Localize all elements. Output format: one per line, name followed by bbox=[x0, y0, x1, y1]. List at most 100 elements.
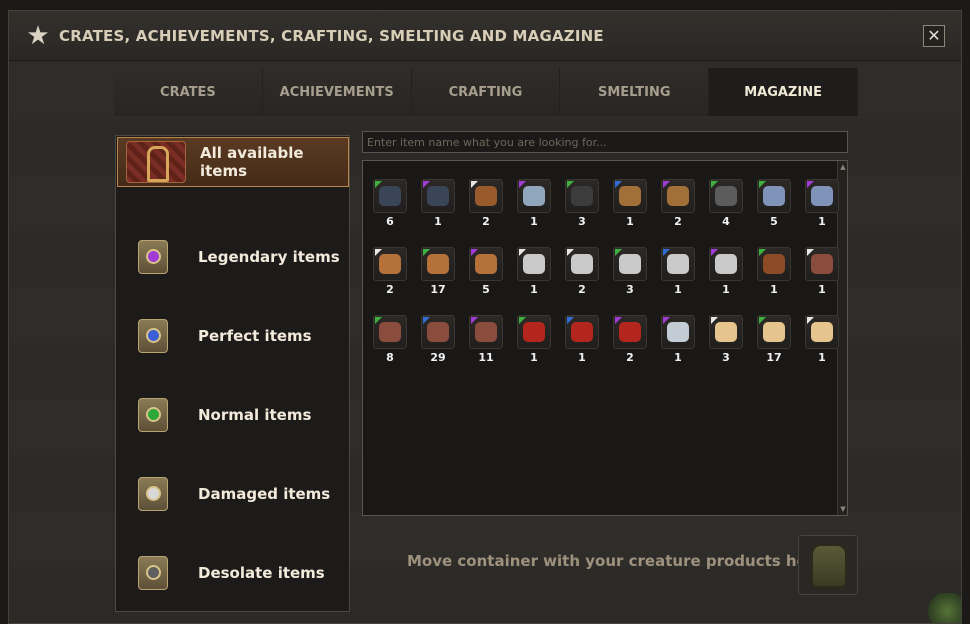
item-slot-frame bbox=[613, 247, 647, 281]
item-slot[interactable]: 1 bbox=[517, 247, 551, 297]
item-slot-frame bbox=[565, 315, 599, 349]
item-slot[interactable]: 8 bbox=[373, 315, 407, 365]
meat-icon bbox=[379, 322, 401, 342]
cloth-icon bbox=[523, 322, 545, 342]
tab-crafting[interactable]: CRAFTING bbox=[411, 68, 561, 116]
sidebar-item-normal[interactable]: Normal items bbox=[116, 389, 349, 441]
item-count: 1 bbox=[818, 351, 826, 364]
rarity-marker bbox=[615, 249, 622, 256]
item-count: 1 bbox=[434, 215, 442, 228]
item-slot[interactable]: 17 bbox=[757, 315, 791, 365]
item-slot[interactable]: 1 bbox=[709, 247, 743, 297]
drop-hint: Move container with your creature produc… bbox=[407, 552, 825, 570]
item-slot[interactable]: 5 bbox=[469, 247, 503, 297]
item-count: 2 bbox=[386, 283, 394, 296]
search-input[interactable] bbox=[362, 131, 848, 153]
scroll-down-icon[interactable]: ▼ bbox=[839, 505, 847, 513]
item-count: 1 bbox=[674, 351, 682, 364]
rarity-marker bbox=[711, 181, 718, 188]
item-slot[interactable]: 1 bbox=[661, 315, 695, 365]
rarity-marker bbox=[567, 317, 574, 324]
item-slot-frame bbox=[805, 247, 839, 281]
item-slot[interactable]: 1 bbox=[661, 247, 695, 297]
item-slot[interactable]: 29 bbox=[421, 315, 455, 365]
item-slot[interactable]: 1 bbox=[613, 179, 647, 229]
item-count: 29 bbox=[430, 351, 446, 364]
rarity-marker bbox=[519, 181, 526, 188]
sidebar-item-damaged[interactable]: Damaged items bbox=[116, 468, 349, 520]
scroll-up-icon[interactable]: ▲ bbox=[839, 163, 847, 171]
item-slot[interactable]: 2 bbox=[565, 247, 599, 297]
item-slot[interactable]: 5 bbox=[757, 179, 791, 229]
item-slot[interactable]: 3 bbox=[613, 247, 647, 297]
item-count: 8 bbox=[386, 351, 394, 364]
tab-magazine[interactable]: MAGAZINE bbox=[709, 68, 858, 116]
scroll-icon bbox=[763, 322, 785, 342]
item-slot[interactable]: 17 bbox=[421, 247, 455, 297]
item-slot[interactable]: 1 bbox=[517, 315, 551, 365]
sidebar-item-label: Desolate items bbox=[198, 564, 325, 582]
item-slot[interactable]: 2 bbox=[469, 179, 503, 229]
item-count: 1 bbox=[626, 215, 634, 228]
item-slot[interactable]: 1 bbox=[421, 179, 455, 229]
item-slot[interactable]: 4 bbox=[709, 179, 743, 229]
item-slot-frame bbox=[709, 247, 743, 281]
rope-icon bbox=[763, 254, 785, 274]
item-count: 1 bbox=[722, 283, 730, 296]
item-slot-frame bbox=[421, 247, 455, 281]
item-slot-frame bbox=[421, 179, 455, 213]
item-slot[interactable]: 2 bbox=[661, 179, 695, 229]
tab-smelting[interactable]: SMELTING bbox=[560, 68, 710, 116]
item-count: 17 bbox=[766, 351, 782, 364]
item-count: 1 bbox=[770, 283, 778, 296]
item-slot-frame bbox=[805, 315, 839, 349]
item-slot-frame bbox=[613, 315, 647, 349]
stone-icon bbox=[571, 186, 593, 206]
rarity-marker bbox=[615, 317, 622, 324]
bone-icon bbox=[715, 254, 737, 274]
item-slot-frame bbox=[565, 247, 599, 281]
rarity-marker bbox=[519, 249, 526, 256]
item-slot-frame bbox=[469, 179, 503, 213]
item-count: 17 bbox=[430, 283, 446, 296]
item-slot[interactable]: 2 bbox=[373, 247, 407, 297]
item-slot-frame bbox=[469, 315, 503, 349]
item-slot[interactable]: 1 bbox=[757, 247, 791, 297]
category-sidebar: All available items Legendary items Perf… bbox=[115, 135, 350, 612]
window-title: CRATES, ACHIEVEMENTS, CRAFTING, SMELTING… bbox=[59, 27, 604, 45]
item-slot[interactable]: 3 bbox=[709, 315, 743, 365]
item-slot-frame bbox=[613, 179, 647, 213]
item-count: 1 bbox=[530, 215, 538, 228]
item-slot-frame bbox=[661, 315, 695, 349]
item-count: 2 bbox=[578, 283, 586, 296]
item-slot[interactable]: 1 bbox=[517, 179, 551, 229]
item-slot[interactable]: 2 bbox=[613, 315, 647, 365]
rarity-marker bbox=[663, 181, 670, 188]
item-slot[interactable]: 1 bbox=[565, 315, 599, 365]
rarity-marker bbox=[423, 249, 430, 256]
sidebar-item-legendary[interactable]: Legendary items bbox=[116, 231, 349, 283]
sidebar-item-all[interactable]: All available items bbox=[117, 137, 349, 187]
tab-achievements[interactable]: ACHIEVEMENTS bbox=[262, 68, 412, 116]
rarity-marker bbox=[471, 181, 478, 188]
sidebar-item-label: Legendary items bbox=[198, 248, 340, 266]
close-button[interactable]: ✕ bbox=[923, 25, 945, 47]
magazine-window: ★ CRATES, ACHIEVEMENTS, CRAFTING, SMELTI… bbox=[8, 10, 962, 624]
item-slot[interactable]: 1 bbox=[805, 247, 839, 297]
fur-icon bbox=[619, 186, 641, 206]
sidebar-item-desolate[interactable]: Desolate items bbox=[116, 547, 349, 599]
item-slot[interactable]: 6 bbox=[373, 179, 407, 229]
item-count: 1 bbox=[578, 351, 586, 364]
cloth-icon bbox=[571, 322, 593, 342]
tab-crates[interactable]: CRATES bbox=[114, 68, 263, 116]
item-slot-frame bbox=[709, 315, 743, 349]
container-drop-slot[interactable] bbox=[798, 535, 858, 595]
item-slot[interactable]: 1 bbox=[805, 315, 839, 365]
item-slot[interactable]: 3 bbox=[565, 179, 599, 229]
sidebar-item-perfect[interactable]: Perfect items bbox=[116, 310, 349, 362]
item-slot[interactable]: 1 bbox=[805, 179, 839, 229]
meat-icon bbox=[475, 322, 497, 342]
sidebar-item-label: Perfect items bbox=[198, 327, 312, 345]
item-slot[interactable]: 11 bbox=[469, 315, 503, 365]
rarity-marker bbox=[375, 181, 382, 188]
